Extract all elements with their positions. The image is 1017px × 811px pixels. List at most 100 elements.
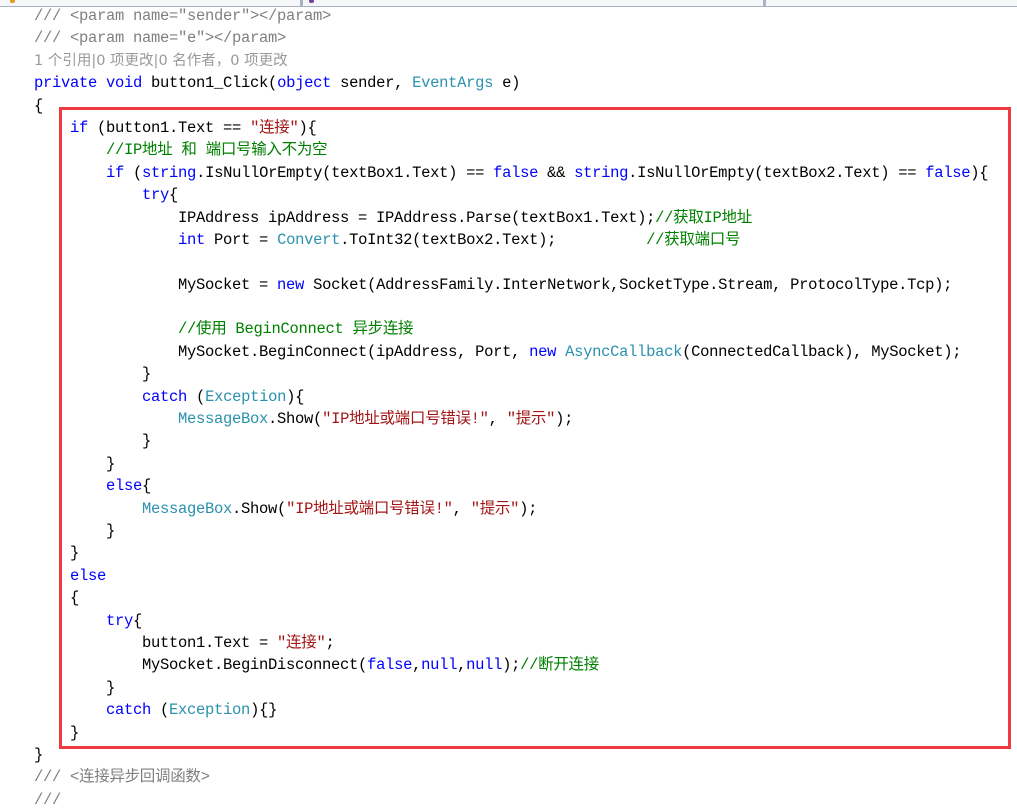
- code-token: (ConnectedCallback), MySocket);: [682, 342, 962, 361]
- code-line[interactable]: IPAddress ipAddress = IPAddress.Parse(te…: [34, 207, 988, 229]
- code-token: /// <连接异步回调函数>: [34, 768, 210, 787]
- code-token: &&: [538, 163, 575, 182]
- code-token: {: [34, 96, 44, 115]
- code-line[interactable]: MessageBox.Show("IP地址或端口号错误!", "提示");: [34, 408, 988, 430]
- code-line[interactable]: catch (Exception){}: [34, 699, 988, 721]
- code-line[interactable]: }: [34, 677, 988, 699]
- code-line[interactable]: [34, 251, 988, 273]
- code-line[interactable]: int Port = Convert.ToInt32(textBox2.Text…: [34, 229, 988, 251]
- code-token: MessageBox: [178, 410, 269, 429]
- code-line[interactable]: 1 个引用|0 项更改|0 名作者，0 项更改: [34, 50, 988, 72]
- code-line[interactable]: /// <param name="e"></param>: [34, 27, 988, 49]
- code-line[interactable]: }: [34, 363, 988, 385]
- code-token: }: [34, 544, 80, 563]
- code-line[interactable]: else{: [34, 475, 988, 497]
- code-token: {: [34, 589, 80, 608]
- code-token: .Show(: [232, 499, 287, 518]
- code-token: }: [34, 365, 152, 384]
- code-token: "提示": [506, 410, 556, 429]
- code-line[interactable]: }: [34, 430, 988, 452]
- code-token: (: [124, 163, 143, 182]
- code-token: int: [178, 230, 206, 249]
- code-token: //使用 BeginConnect 异步连接: [178, 320, 414, 339]
- code-token: );: [519, 499, 538, 518]
- code-line[interactable]: private void button1_Click(object sender…: [34, 72, 988, 94]
- code-token: Exception: [169, 701, 251, 720]
- code-token: (: [151, 701, 170, 720]
- code-token: );: [555, 410, 574, 429]
- code-line[interactable]: button1.Text = "连接";: [34, 632, 988, 654]
- code-line[interactable]: MySocket.BeginConnect(ipAddress, Port, n…: [34, 341, 988, 363]
- code-token: "IP地址或端口号错误!": [286, 499, 453, 518]
- code-token: try: [106, 611, 134, 630]
- code-line[interactable]: catch (Exception){: [34, 386, 988, 408]
- code-token: EventArgs: [412, 74, 494, 93]
- code-token: MySocket =: [34, 275, 278, 294]
- code-token: new: [529, 342, 557, 361]
- code-token: button1.Text =: [34, 633, 278, 652]
- code-token: ///: [34, 790, 62, 809]
- code-line[interactable]: }: [34, 722, 988, 744]
- code-line[interactable]: if (button1.Text == "连接"){: [34, 117, 988, 139]
- code-line[interactable]: {: [34, 95, 988, 117]
- code-token: if: [70, 118, 89, 137]
- code-token: if: [106, 163, 125, 182]
- code-token: ,: [452, 499, 471, 518]
- code-line[interactable]: MessageBox.Show("IP地址或端口号错误!", "提示");: [34, 498, 988, 520]
- code-line[interactable]: //使用 BeginConnect 异步连接: [34, 318, 988, 340]
- code-line[interactable]: MySocket.BeginDisconnect(false,null,null…: [34, 654, 988, 676]
- code-token: new: [277, 275, 305, 294]
- code-line[interactable]: //IP地址 和 端口号输入不为空: [34, 139, 988, 161]
- code-token: ,: [488, 410, 507, 429]
- code-line[interactable]: try{: [34, 184, 988, 206]
- code-editor[interactable]: /// <param name="sender"></param> /// <pa…: [34, 5, 989, 811]
- code-line[interactable]: if (string.IsNullOrEmpty(textBox1.Text) …: [34, 162, 989, 184]
- code-token: }: [34, 745, 44, 764]
- code-token: null: [421, 656, 458, 675]
- code-line[interactable]: [34, 296, 988, 318]
- code-token: string: [574, 163, 629, 182]
- code-token: AsyncCallback: [565, 342, 683, 361]
- code-token: ,: [412, 656, 422, 675]
- code-token: /// <param name="e"></param>: [34, 29, 287, 48]
- code-line[interactable]: {: [34, 587, 988, 609]
- code-token: MySocket.BeginConnect(ipAddress, Port,: [34, 342, 530, 361]
- code-token: false: [925, 163, 971, 182]
- code-token: try: [142, 186, 170, 205]
- code-token: sender,: [331, 74, 413, 93]
- code-line[interactable]: }: [34, 520, 988, 542]
- code-line[interactable]: /// <连接异步回调函数>: [34, 766, 988, 788]
- code-token: ){: [298, 118, 317, 137]
- code-token: Socket(AddressFamily.InterNetwork,Socket…: [304, 275, 953, 294]
- code-token: //获取端口号: [646, 230, 741, 249]
- code-token: }: [34, 678, 116, 697]
- code-token: string: [142, 163, 197, 182]
- code-token: Exception: [205, 387, 287, 406]
- code-line[interactable]: }: [34, 744, 988, 766]
- code-token: MessageBox: [142, 499, 233, 518]
- code-token: (: [187, 387, 206, 406]
- code-token: }: [34, 432, 152, 451]
- code-line[interactable]: }: [34, 453, 988, 475]
- code-token: }: [34, 723, 80, 742]
- code-token: IPAddress ipAddress = IPAddress.Parse(te…: [34, 208, 656, 227]
- code-token: }: [34, 454, 116, 473]
- codelens-info[interactable]: 1 个引用|0 项更改|0 名作者，0 项更改: [34, 53, 288, 69]
- code-line[interactable]: MySocket = new Socket(AddressFamily.Inte…: [34, 274, 988, 296]
- code-token: MySocket.BeginDisconnect(: [34, 656, 368, 675]
- code-line[interactable]: }: [34, 542, 988, 564]
- code-line[interactable]: /// <param name="sender"></param>: [34, 5, 988, 27]
- code-token: "IP地址或端口号错误!": [322, 410, 489, 429]
- code-token: Port =: [205, 230, 278, 249]
- code-line[interactable]: else: [34, 565, 988, 587]
- code-line[interactable]: try{: [34, 610, 988, 632]
- code-token: ,: [457, 656, 467, 675]
